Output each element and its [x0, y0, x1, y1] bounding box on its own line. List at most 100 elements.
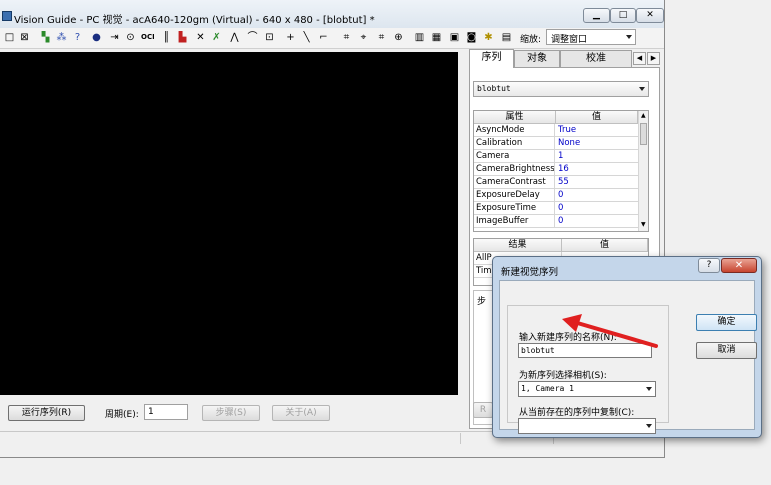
ocr-icon[interactable]: OCR: [141, 31, 154, 44]
cross-icon[interactable]: +: [284, 31, 297, 44]
cancel-button[interactable]: 取消: [696, 342, 757, 359]
tab-sequence[interactable]: 序列: [469, 49, 514, 68]
new-icon[interactable]: □: [3, 31, 16, 44]
frame2-icon[interactable]: ⌗: [375, 31, 388, 44]
property-value[interactable]: 1: [556, 150, 563, 162]
annotation-arrow-head: [562, 314, 582, 332]
settings-icon[interactable]: ▤: [500, 31, 513, 44]
annotation-arrow-shaft: [572, 320, 658, 348]
target-icon[interactable]: ⊕: [392, 31, 405, 44]
property-row[interactable]: Camera 1: [474, 150, 638, 163]
property-grid: 属性 值 AsyncMode True Calibration None Cam…: [473, 110, 649, 232]
panel-button[interactable]: R: [473, 402, 493, 418]
point-icon[interactable]: ⌖: [357, 31, 370, 44]
tab-scroll: ◀ ▶: [633, 52, 661, 65]
ok-button[interactable]: 确定: [696, 314, 757, 331]
run-sequence-button[interactable]: 运行序列(R): [8, 405, 85, 421]
sequence-icon[interactable]: ▚: [39, 31, 52, 44]
tab-calibration[interactable]: 校准: [560, 50, 632, 67]
result-header-value: 值: [562, 239, 648, 252]
robot-icon[interactable]: ✱: [482, 31, 495, 44]
dialog-help-button[interactable]: ?: [698, 258, 720, 273]
chevron-down-icon: [626, 35, 632, 39]
frame-icon[interactable]: ⊡: [263, 31, 276, 44]
line-icon[interactable]: ╲: [300, 31, 313, 44]
chevron-down-icon: [646, 424, 652, 428]
line-find-icon[interactable]: ⋀: [228, 31, 241, 44]
property-row[interactable]: AsyncMode True: [474, 124, 638, 137]
property-value[interactable]: 55: [556, 176, 569, 188]
delete-icon[interactable]: ⊠: [18, 31, 31, 44]
image-view[interactable]: [0, 52, 458, 395]
arrow-icon[interactable]: ⇥: [108, 31, 121, 44]
result-header-name: 结果: [474, 239, 562, 252]
scroll-thumb[interactable]: [640, 123, 647, 145]
property-name: CameraBrightness: [476, 163, 555, 175]
toolbar: □ ⊠ ▚ ⁂ ? ● ⇥ ⊙ OCR ║ ▙ ✕ ✗ ⋀ ⌒ ⊡ + ╲ ⌐ …: [0, 28, 664, 49]
calib-icon[interactable]: ⌐: [317, 31, 330, 44]
property-header-name: 属性: [474, 111, 556, 124]
camera-select[interactable]: 1, Camera 1: [518, 381, 656, 397]
zoom-select[interactable]: 调整窗口: [546, 29, 636, 45]
property-value[interactable]: 0: [556, 215, 563, 227]
histogram-icon[interactable]: ▥: [413, 31, 426, 44]
save-icon[interactable]: ▣: [448, 31, 461, 44]
property-name: ExposureTime: [474, 202, 555, 214]
display-icon[interactable]: ▦: [430, 31, 443, 44]
tab-scroll-right-icon[interactable]: ▶: [647, 52, 660, 65]
property-value[interactable]: True: [556, 124, 576, 136]
step-button[interactable]: 步骤(S): [202, 405, 260, 421]
object-icon[interactable]: ⁂: [55, 31, 68, 44]
chevron-down-icon: [646, 387, 652, 391]
property-name: Calibration: [474, 137, 555, 149]
property-name: ImageBuffer: [474, 215, 555, 227]
property-row[interactable]: ImageBuffer 0: [474, 215, 638, 228]
property-row[interactable]: CameraBrightness 16: [474, 163, 638, 176]
property-value[interactable]: 16: [556, 163, 569, 175]
maximize-button[interactable]: □: [610, 8, 636, 23]
scroll-down-icon[interactable]: ▼: [641, 221, 646, 228]
close-window-button[interactable]: ✕: [636, 8, 664, 23]
help-query-icon[interactable]: ?: [71, 31, 84, 44]
status-separator: [460, 433, 461, 444]
property-row[interactable]: ExposureDelay 0: [474, 189, 638, 202]
property-row[interactable]: CameraContrast 55: [474, 176, 638, 189]
title-bar[interactable]: Vision Guide - PC 视觉 - acA640-120gm (Vir…: [0, 0, 664, 28]
property-value[interactable]: 0: [556, 189, 563, 201]
dialog-body: 输入新建序列的名称(N): blobtut 为新序列选择相机(S): 1, Ca…: [499, 280, 757, 434]
polar-icon[interactable]: ✗: [210, 31, 223, 44]
camera-label: 为新序列选择相机(S):: [519, 371, 607, 381]
camera-icon[interactable]: ◙: [465, 31, 478, 44]
property-name: AsyncMode: [474, 124, 555, 136]
geometric-icon[interactable]: ⊙: [124, 31, 137, 44]
sequence-select[interactable]: blobtut: [473, 81, 649, 97]
blob-icon[interactable]: ●: [90, 31, 103, 44]
property-name: CameraContrast: [474, 176, 555, 188]
property-scrollbar[interactable]: ▲ ▼: [638, 111, 648, 231]
annotation-arrow-icon: [562, 314, 658, 348]
property-value[interactable]: 0: [556, 202, 563, 214]
calib2-icon[interactable]: ⌗: [340, 31, 353, 44]
dialog-close-button[interactable]: ✕: [721, 258, 757, 273]
property-name: Camera: [474, 150, 555, 162]
minimize-button[interactable]: ▁: [583, 8, 610, 23]
steps-group-label: 步: [477, 297, 487, 307]
arc-icon[interactable]: ⌒: [246, 31, 259, 44]
tab-object[interactable]: 对象: [514, 50, 560, 67]
period-input[interactable]: 1: [144, 404, 188, 420]
barcode-icon[interactable]: ║: [160, 31, 173, 44]
copy-from-select[interactable]: [518, 418, 656, 434]
property-row[interactable]: ExposureTime 0: [474, 202, 638, 215]
scroll-up-icon[interactable]: ▲: [641, 112, 646, 119]
zoom-select-value: 调整窗口: [551, 35, 588, 45]
edge-icon[interactable]: ✕: [194, 31, 207, 44]
zoom-label: 缩放:: [520, 35, 542, 45]
camera-select-value: 1, Camera 1: [521, 384, 574, 393]
property-value[interactable]: None: [556, 137, 580, 149]
property-row[interactable]: Calibration None: [474, 137, 638, 150]
copy-from-label: 从当前存在的序列中复制(C):: [519, 408, 635, 418]
property-header-value: 值: [556, 111, 638, 124]
color-icon[interactable]: ▙: [176, 31, 189, 44]
tab-scroll-left-icon[interactable]: ◀: [633, 52, 646, 65]
about-button[interactable]: 关于(A): [272, 405, 330, 421]
